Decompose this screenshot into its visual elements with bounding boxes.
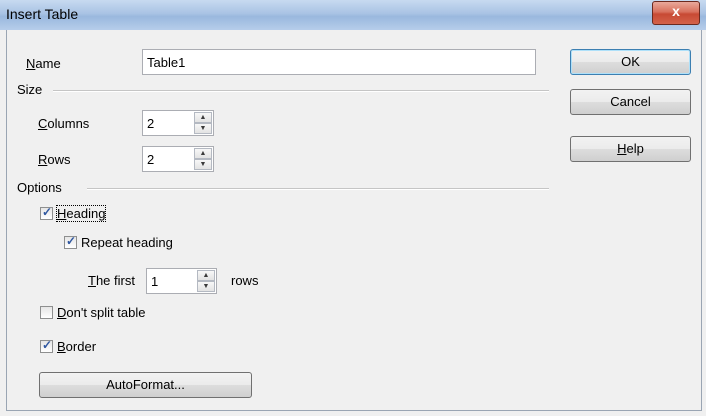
- autoformat-button[interactable]: AutoFormat...: [39, 372, 252, 398]
- window-title: Insert Table: [6, 6, 79, 22]
- spin-down-icon[interactable]: ▼: [194, 123, 212, 134]
- the-first-spin[interactable]: ▲ ▼: [197, 270, 215, 292]
- ok-button[interactable]: OK: [570, 49, 691, 75]
- name-input[interactable]: [143, 51, 515, 73]
- close-icon: x: [672, 3, 680, 19]
- dont-split-label[interactable]: Don't split table: [57, 305, 145, 320]
- repeat-heading-checkbox[interactable]: ✓: [64, 234, 77, 249]
- name-label: Name: [26, 56, 61, 71]
- spin-up-icon[interactable]: ▲: [194, 148, 212, 159]
- name-field[interactable]: [142, 49, 536, 75]
- columns-spin[interactable]: ▲ ▼: [194, 112, 212, 134]
- repeat-heading-label[interactable]: Repeat heading: [81, 235, 173, 250]
- dont-split-checkbox[interactable]: [40, 306, 53, 319]
- size-heading: Size: [17, 82, 43, 97]
- the-first-input[interactable]: [147, 270, 196, 292]
- spin-up-icon[interactable]: ▲: [197, 270, 215, 281]
- rows-stepper[interactable]: ▲ ▼: [142, 146, 214, 172]
- help-button[interactable]: Help: [570, 136, 691, 162]
- heading-checkbox[interactable]: ✓: [40, 205, 53, 220]
- spin-down-icon[interactable]: ▼: [197, 281, 215, 292]
- rows-suffix: rows: [231, 273, 259, 288]
- options-divider: [87, 188, 549, 190]
- size-divider: [53, 90, 549, 92]
- cancel-button[interactable]: Cancel: [570, 89, 691, 115]
- options-heading: Options: [17, 180, 62, 195]
- dialog-body: Name Size Columns ▲ ▼ Rows ▲ ▼ Options ✓…: [6, 30, 702, 411]
- border-label[interactable]: Border: [57, 339, 96, 354]
- rows-input[interactable]: [143, 148, 193, 170]
- columns-stepper[interactable]: ▲ ▼: [142, 110, 214, 136]
- close-button[interactable]: x: [652, 1, 700, 25]
- columns-label: Columns: [38, 116, 90, 131]
- columns-input[interactable]: [143, 112, 193, 134]
- the-first-label: The first: [88, 273, 135, 288]
- rows-label: Rows: [38, 152, 71, 167]
- spin-up-icon[interactable]: ▲: [194, 112, 212, 123]
- check-icon: ✓: [42, 338, 53, 352]
- title-bar: Insert Table x: [0, 0, 706, 30]
- check-icon: ✓: [42, 205, 53, 219]
- rows-spin[interactable]: ▲ ▼: [194, 148, 212, 170]
- the-first-stepper[interactable]: ▲ ▼: [146, 268, 217, 294]
- heading-label[interactable]: Heading: [55, 205, 107, 222]
- border-checkbox[interactable]: ✓: [40, 338, 53, 353]
- spin-down-icon[interactable]: ▼: [194, 159, 212, 170]
- check-icon: ✓: [66, 234, 77, 248]
